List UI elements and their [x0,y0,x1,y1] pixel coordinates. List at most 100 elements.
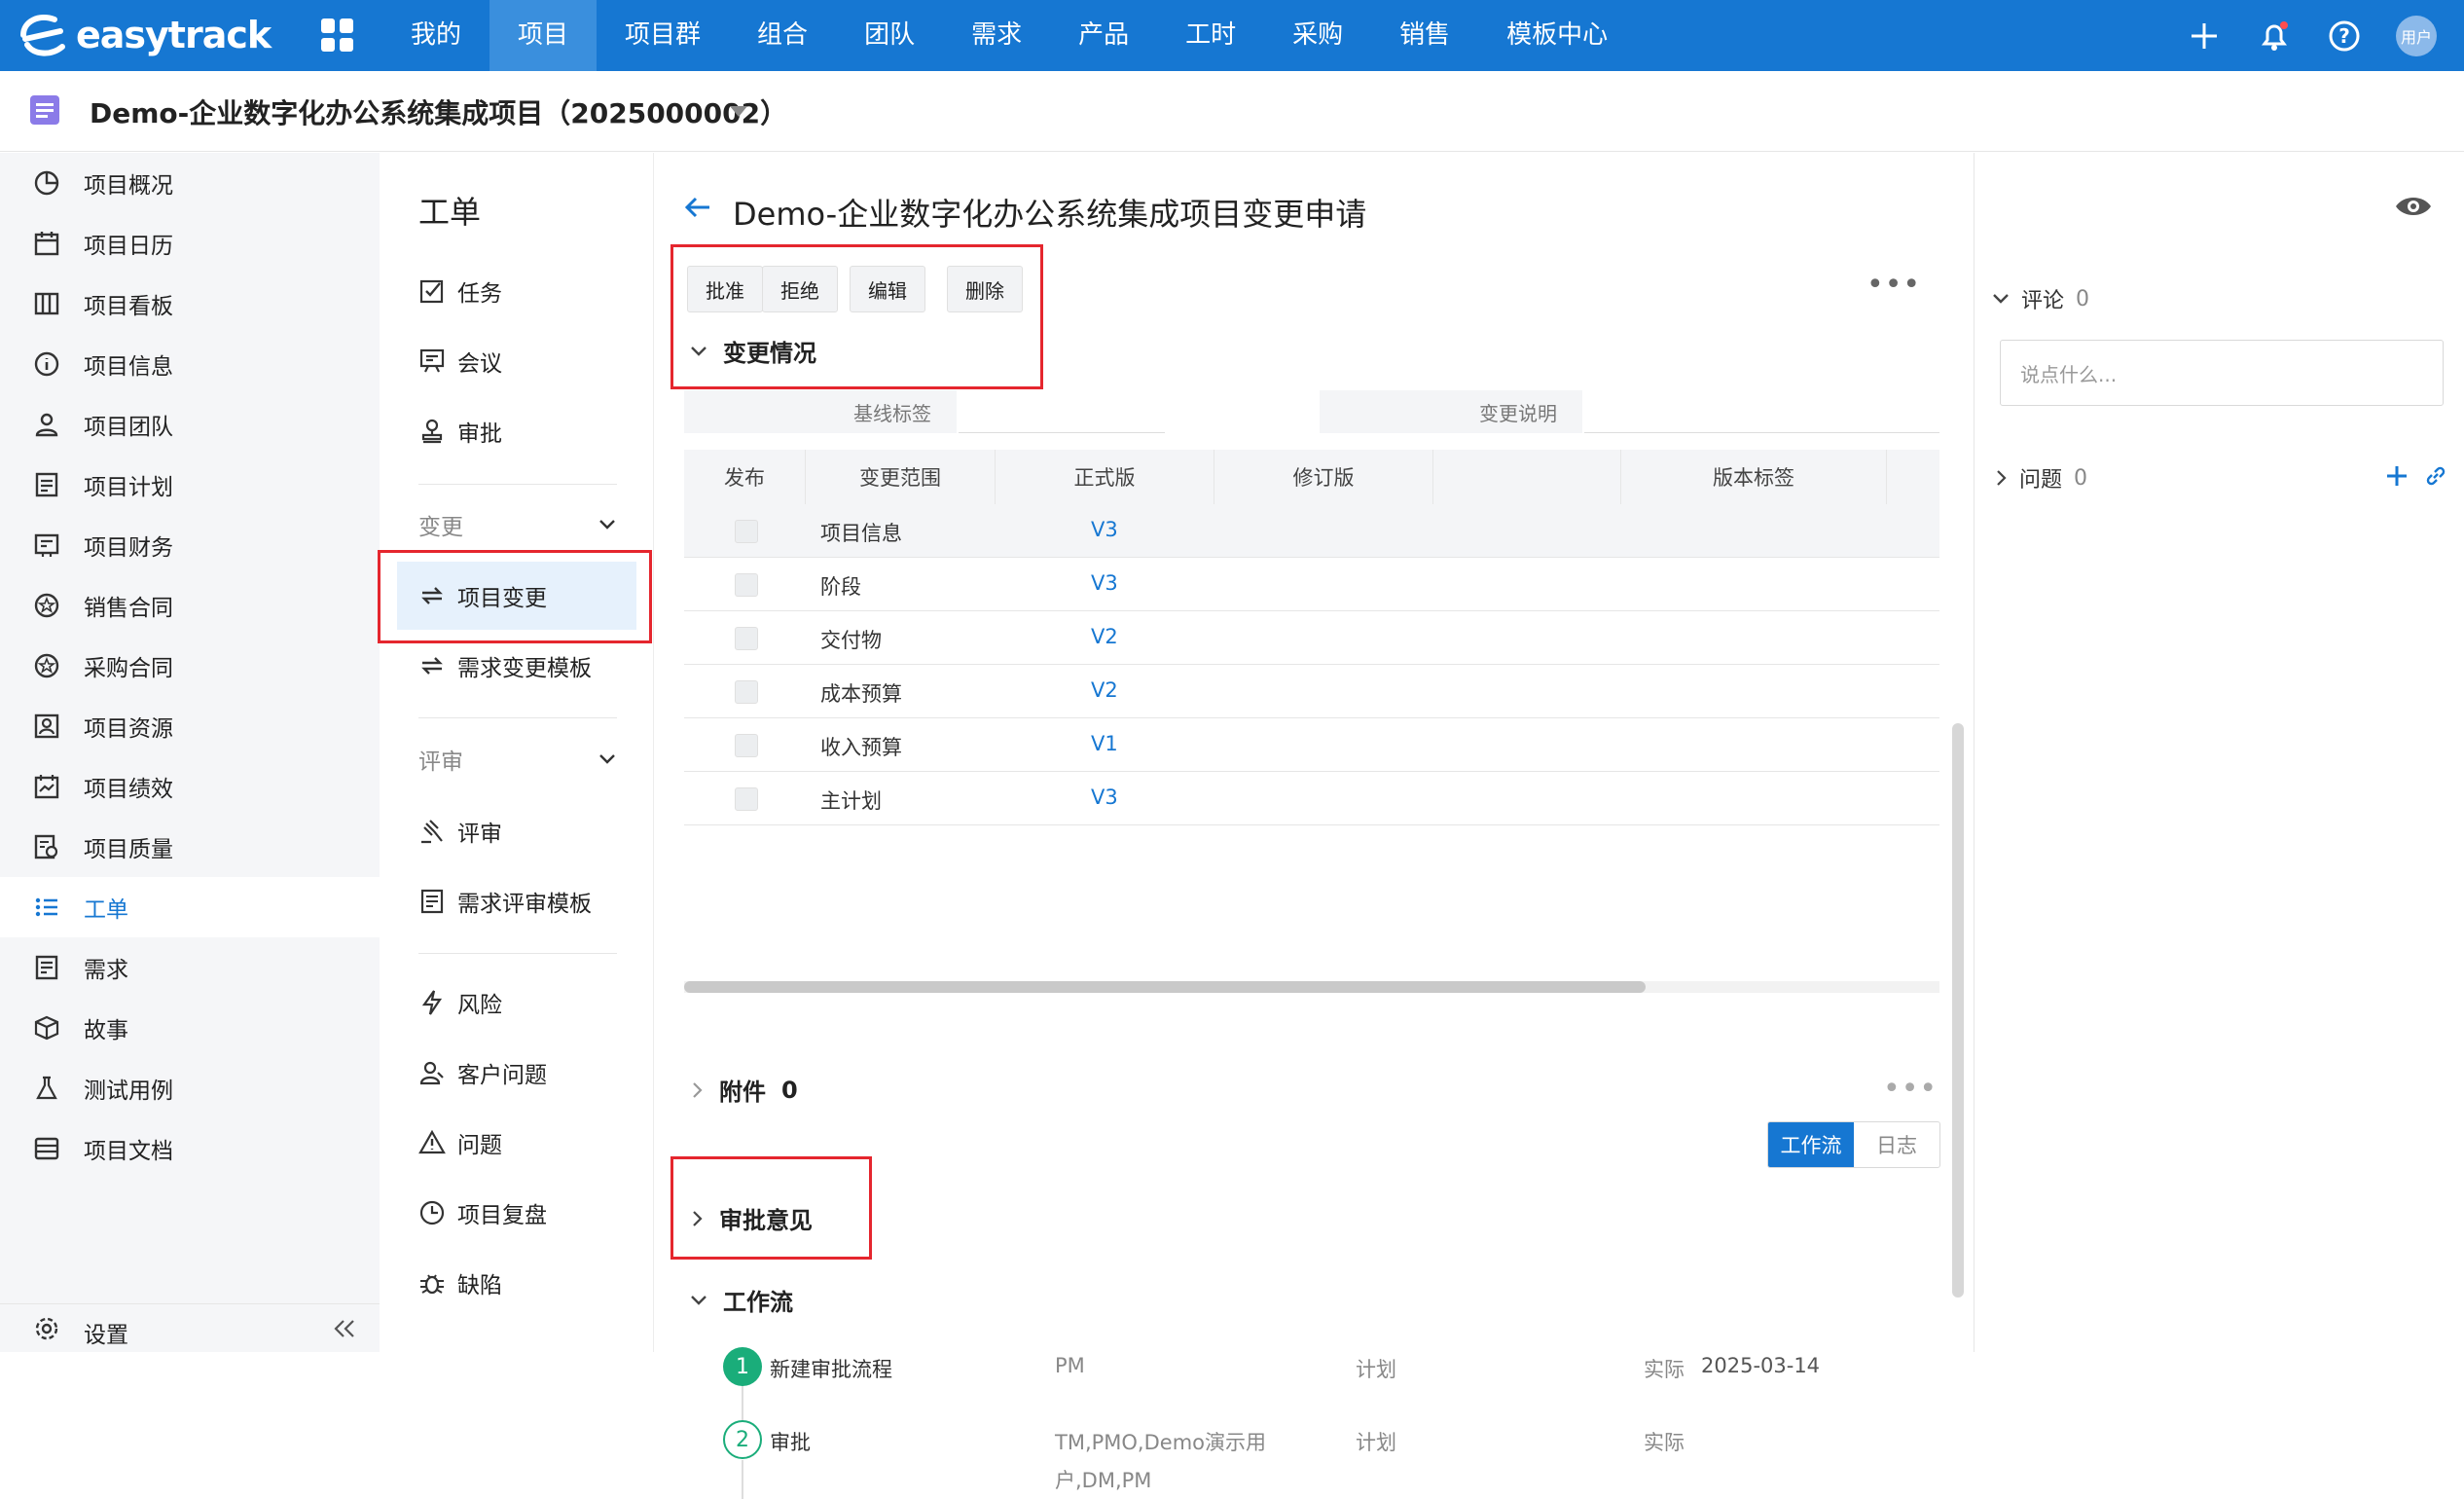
sidebar-item-story[interactable]: 故事 [0,998,380,1058]
change-description-value-line[interactable] [1584,432,1939,433]
sidebar-item-quality[interactable]: 项目质量 [0,817,380,877]
subnav-item-task[interactable]: 任务 [397,257,636,325]
chevron-down-icon [1993,294,2009,304]
sidebar-item-calendar[interactable]: 项目日历 [0,213,380,274]
publish-checkbox[interactable] [735,520,758,543]
subnav-group-change[interactable]: 变更 [418,505,617,544]
nav-item-requirement[interactable]: 需求 [943,0,1050,71]
scope-cell: 收入预算 [820,736,902,759]
add-issue-icon[interactable] [2385,464,2409,488]
nav-item-team[interactable]: 团队 [836,0,943,71]
publish-checkbox[interactable] [735,787,758,811]
version-link[interactable]: V2 [1091,625,1118,648]
sidebar-item-sales-contract[interactable]: 销售合同 [0,575,380,636]
sidebar-item-test-case[interactable]: 测试用例 [0,1058,380,1118]
sidebar-item-documents[interactable]: 项目文档 [0,1118,380,1179]
publish-checkbox[interactable] [735,680,758,704]
sidebar-item-purchase-contract[interactable]: 采购合同 [0,636,380,696]
nav-item-procurement[interactable]: 采购 [1264,0,1371,71]
version-link[interactable]: V3 [1091,518,1118,541]
workflow-step-name: 新建审批流程 [770,1358,892,1381]
apps-grid-icon[interactable] [321,18,354,52]
add-icon[interactable] [2186,18,2223,55]
scope-cell: 交付物 [820,629,882,652]
sidebar-item-requirement[interactable]: 需求 [0,937,380,998]
table-row[interactable]: 阶段 V3 [684,558,1939,611]
version-link[interactable]: V2 [1091,678,1118,702]
gear-icon[interactable] [33,1315,60,1342]
table-horizontal-scrollbar[interactable] [684,981,1939,993]
publish-checkbox[interactable] [735,573,758,597]
subnav-item-review[interactable]: 评审 [397,797,636,865]
settings-label[interactable]: 设置 [84,1316,128,1349]
nav-item-project[interactable]: 项目 [489,0,598,71]
sidebar-item-team[interactable]: 项目团队 [0,394,380,455]
tab-log[interactable]: 日志 [1854,1122,1939,1167]
sidebar-item-work-order[interactable]: 工单 [0,877,380,937]
workflow-step-assignee-cont: 户,DM,PM [1055,1469,1152,1492]
table-row[interactable]: 成本预算 V2 [684,665,1939,718]
publish-checkbox[interactable] [735,734,758,757]
sidebar-item-finance[interactable]: 项目财务 [0,515,380,575]
back-button[interactable] [676,186,719,229]
logo[interactable]: easytrack [18,8,272,62]
subnav-item-risk[interactable]: 风险 [397,969,636,1037]
sidebar-item-kanban[interactable]: 项目看板 [0,274,380,334]
highlight-box-approval-opinion [670,1156,872,1260]
nav-item-timesheet[interactable]: 工时 [1157,0,1264,71]
nav-item-template-center[interactable]: 模板中心 [1478,0,1636,71]
table-row[interactable]: 项目信息 V3 [684,504,1939,558]
nav-item-mine[interactable]: 我的 [382,0,489,71]
tab-workflow[interactable]: 工作流 [1768,1122,1854,1167]
sidebar-bottom: 设置 [0,1303,380,1352]
sidebar-item-info[interactable]: 项目信息 [0,334,380,394]
nav-item-program[interactable]: 项目群 [597,0,729,71]
nav-item-portfolio[interactable]: 组合 [729,0,836,71]
subnav-item-requirement-review-template[interactable]: 需求评审模板 [397,867,636,935]
bell-icon[interactable] [2256,18,2293,55]
version-link[interactable]: V1 [1091,732,1118,755]
sidebar-item-performance[interactable]: 项目绩效 [0,756,380,817]
doc-icon [34,1137,59,1160]
nav-item-sales[interactable]: 销售 [1371,0,1478,71]
baseline-value-line[interactable] [959,432,1165,433]
sidebar-item-resource[interactable]: 项目资源 [0,696,380,756]
help-icon[interactable]: ? [2326,18,2363,55]
attachments-more-icon[interactable]: ••• [1883,1072,1938,1106]
subnav-item-approval[interactable]: 审批 [397,397,636,465]
eye-icon[interactable] [2394,193,2433,220]
main-vertical-scrollbar[interactable] [1952,723,1964,1298]
sidebar-item-overview[interactable]: 项目概况 [0,153,380,213]
issues-header[interactable]: 问题 0 [1996,462,2087,494]
comments-header[interactable]: 评论 0 [1992,283,2089,314]
subnav-divider [418,953,617,954]
version-link[interactable]: V3 [1091,786,1118,809]
collapse-sidebar-icon[interactable] [333,1318,356,1339]
attachments-header[interactable]: 附件 0 [692,1073,798,1107]
workflow-connector [742,1460,743,1499]
subnav-item-customer-issue[interactable]: 客户问题 [397,1039,636,1107]
project-dropdown-icon[interactable] [730,106,747,117]
sidebar-item-plan[interactable]: 项目计划 [0,455,380,515]
table-row[interactable]: 收入预算 V1 [684,718,1939,772]
brand-name: easytrack [76,14,272,56]
workflow-header[interactable]: 工作流 [690,1283,793,1317]
table-row[interactable]: 主计划 V3 [684,772,1939,825]
publish-checkbox[interactable] [735,627,758,650]
subnav-group-review[interactable]: 评审 [418,740,617,779]
subnav-item-meeting[interactable]: 会议 [397,327,636,395]
subnav-item-issue[interactable]: 问题 [397,1109,636,1177]
avatar[interactable]: 用户 [2396,15,2437,56]
scrollbar-thumb[interactable] [684,981,1646,993]
nav-item-product[interactable]: 产品 [1050,0,1157,71]
version-link[interactable]: V3 [1091,571,1118,595]
link-icon[interactable] [2424,464,2447,488]
comment-input[interactable]: 说点什么... [2000,340,2444,406]
lightning-icon [421,990,443,1015]
table-row[interactable]: 交付物 V2 [684,611,1939,665]
project-title[interactable]: Demo-企业数字化办公系统集成项目（2025000002） [90,92,787,131]
more-options-icon[interactable]: ••• [1866,268,1921,302]
subnav-item-defect[interactable]: 缺陷 [397,1249,636,1317]
arrow-left-icon [684,197,709,218]
subnav-item-retrospective[interactable]: 项目复盘 [397,1179,636,1247]
